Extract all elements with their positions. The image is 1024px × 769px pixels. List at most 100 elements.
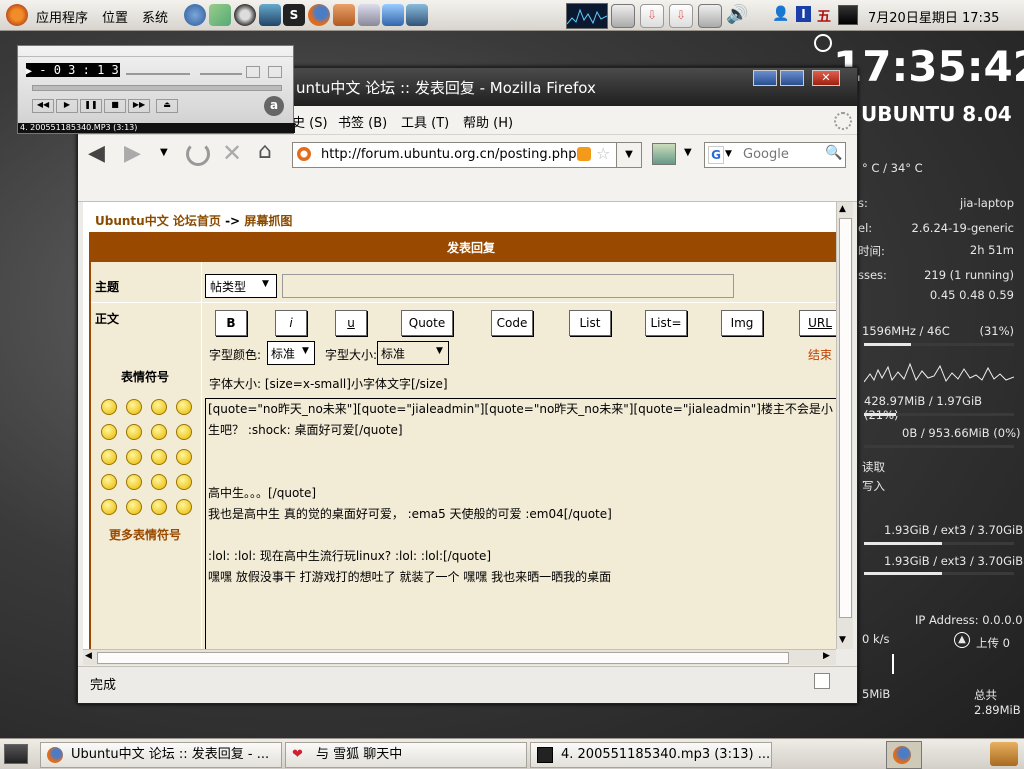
smiley-icon[interactable]: [126, 499, 142, 515]
search-input[interactable]: [741, 144, 825, 164]
home-icon[interactable]: ⌂: [258, 139, 272, 164]
smiley-icon[interactable]: [151, 424, 167, 440]
download-icon[interactable]: ⇩: [640, 4, 664, 28]
smiley-icon[interactable]: [151, 399, 167, 415]
package-launcher-icon[interactable]: [333, 4, 355, 26]
search-go-icon[interactable]: 🔍: [825, 145, 842, 161]
scroll-up-icon[interactable]: ▲: [839, 204, 846, 214]
display-icon[interactable]: [838, 5, 858, 25]
menu-places[interactable]: 位置: [102, 7, 128, 26]
format-button-b[interactable]: B: [215, 310, 247, 336]
rss-icon[interactable]: [577, 147, 591, 161]
back-icon[interactable]: ◀: [88, 143, 105, 165]
format-button-img[interactable]: Img: [721, 310, 763, 336]
scroll-right-icon[interactable]: ▶: [823, 651, 830, 661]
prev-icon[interactable]: ◀◀: [32, 99, 54, 113]
smiley-icon[interactable]: [176, 399, 192, 415]
maximize-icon[interactable]: [780, 70, 804, 86]
format-button-i[interactable]: i: [275, 310, 307, 336]
volume-icon[interactable]: 🔊: [726, 5, 748, 25]
minimize-icon[interactable]: [753, 70, 777, 86]
horizontal-scrollbar[interactable]: ◀ ▶: [83, 649, 836, 665]
gimp-launcher-icon[interactable]: [209, 4, 231, 26]
smiley-icon[interactable]: [101, 499, 117, 515]
stop-player-icon[interactable]: ■: [104, 99, 126, 113]
task-chat[interactable]: ❤ 与 雪狐 聊天中: [285, 742, 527, 768]
panel-clock[interactable]: 7月20日星期日 17:35: [868, 7, 999, 26]
smiley-icon[interactable]: [101, 424, 117, 440]
audacious-logo-icon[interactable]: a: [264, 96, 284, 116]
smiley-icon[interactable]: [176, 499, 192, 515]
pause-icon[interactable]: ❚❚: [80, 99, 102, 113]
eq-button-icon[interactable]: [246, 66, 260, 78]
input-method-label[interactable]: 五: [817, 6, 831, 26]
history-dropdown-icon[interactable]: ▼: [160, 147, 168, 158]
smiley-icon[interactable]: [101, 449, 117, 465]
message-textarea[interactable]: [quote="no昨天_no未来"][quote="jialeadmin"][…: [205, 398, 836, 649]
disk-icon[interactable]: [611, 4, 635, 28]
smiley-icon[interactable]: [176, 424, 192, 440]
url-text[interactable]: http://forum.ubuntu.org.cn/posting.php: [321, 147, 576, 162]
menu-applications[interactable]: 应用程序: [36, 7, 88, 26]
breadcrumb-home-link[interactable]: Ubuntu中文 论坛首页: [95, 214, 221, 228]
terminal-launcher-icon[interactable]: S: [283, 4, 305, 26]
url-dropdown-icon[interactable]: ▼: [616, 142, 642, 168]
menu-tools[interactable]: 工具 (T): [401, 112, 449, 131]
breadcrumb-current-link[interactable]: 屏幕抓图: [244, 214, 292, 228]
smiley-icon[interactable]: [176, 449, 192, 465]
format-button-code[interactable]: Code: [491, 310, 533, 336]
clock-applet-icon[interactable]: [698, 4, 722, 28]
upload-icon[interactable]: ⇩: [669, 4, 693, 28]
task-player[interactable]: 4. 200551185340.mp3 (3:13) ...: [530, 742, 772, 768]
seek-bar[interactable]: [32, 85, 282, 91]
cube-launcher-icon[interactable]: [382, 4, 404, 26]
show-desktop-icon[interactable]: [4, 744, 28, 764]
close-icon[interactable]: ✕: [812, 70, 840, 86]
font-color-select[interactable]: 标准 ▼: [267, 341, 315, 365]
close-tags-link[interactable]: 结束: [808, 346, 832, 363]
smiley-icon[interactable]: [101, 474, 117, 490]
network-launcher-icon[interactable]: [184, 4, 206, 26]
addon-icon[interactable]: [652, 143, 676, 165]
balance-slider[interactable]: [200, 73, 242, 75]
scroll-thumb[interactable]: [839, 218, 852, 618]
volume-slider[interactable]: [126, 73, 190, 75]
menu-history[interactable]: 史 (S): [292, 112, 328, 131]
forward-icon[interactable]: ▶: [124, 143, 141, 165]
smiley-icon[interactable]: [176, 474, 192, 490]
format-button-list[interactable]: List=: [645, 310, 687, 336]
menu-bookmarks[interactable]: 书签 (B): [338, 112, 387, 131]
format-button-quote[interactable]: Quote: [401, 310, 453, 336]
hscroll-thumb[interactable]: [97, 652, 789, 664]
url-bar[interactable]: http://forum.ubuntu.org.cn/posting.php ☆: [292, 142, 641, 168]
trash-icon[interactable]: [990, 742, 1018, 766]
smiley-icon[interactable]: [126, 424, 142, 440]
stop-icon[interactable]: ✕: [222, 139, 242, 167]
more-smilies-link[interactable]: 更多表情符号: [109, 526, 181, 543]
format-button-url[interactable]: URL: [799, 310, 836, 336]
resize-grip-icon[interactable]: [814, 673, 830, 689]
subject-input[interactable]: [282, 274, 734, 298]
smiley-icon[interactable]: [151, 449, 167, 465]
font-size-select[interactable]: 标准 ▼: [377, 341, 449, 365]
pl-button-icon[interactable]: [268, 66, 282, 78]
smiley-icon[interactable]: [126, 474, 142, 490]
bookmark-star-icon[interactable]: ☆: [596, 144, 610, 163]
next-icon[interactable]: ▶▶: [128, 99, 150, 113]
smiley-icon[interactable]: [101, 399, 117, 415]
vertical-scrollbar[interactable]: ▲ ▼: [836, 202, 853, 649]
smiley-icon[interactable]: [151, 499, 167, 515]
reload-icon[interactable]: [186, 142, 210, 166]
search-bar[interactable]: G ▼ 🔍: [704, 142, 846, 168]
menu-system[interactable]: 系统: [142, 7, 168, 26]
addon-dropdown-icon[interactable]: ▼: [684, 147, 692, 158]
smiley-icon[interactable]: [126, 449, 142, 465]
media-launcher-icon[interactable]: [234, 4, 256, 26]
user-icon[interactable]: 👤: [772, 6, 789, 22]
play-icon[interactable]: ▶: [56, 99, 78, 113]
workspace-switcher[interactable]: [886, 741, 922, 769]
pidgin-launcher-icon[interactable]: [259, 4, 281, 26]
google-engine-icon[interactable]: G: [708, 146, 724, 164]
scroll-down-icon[interactable]: ▼: [839, 635, 846, 645]
ubuntu-logo-icon[interactable]: [6, 4, 28, 26]
